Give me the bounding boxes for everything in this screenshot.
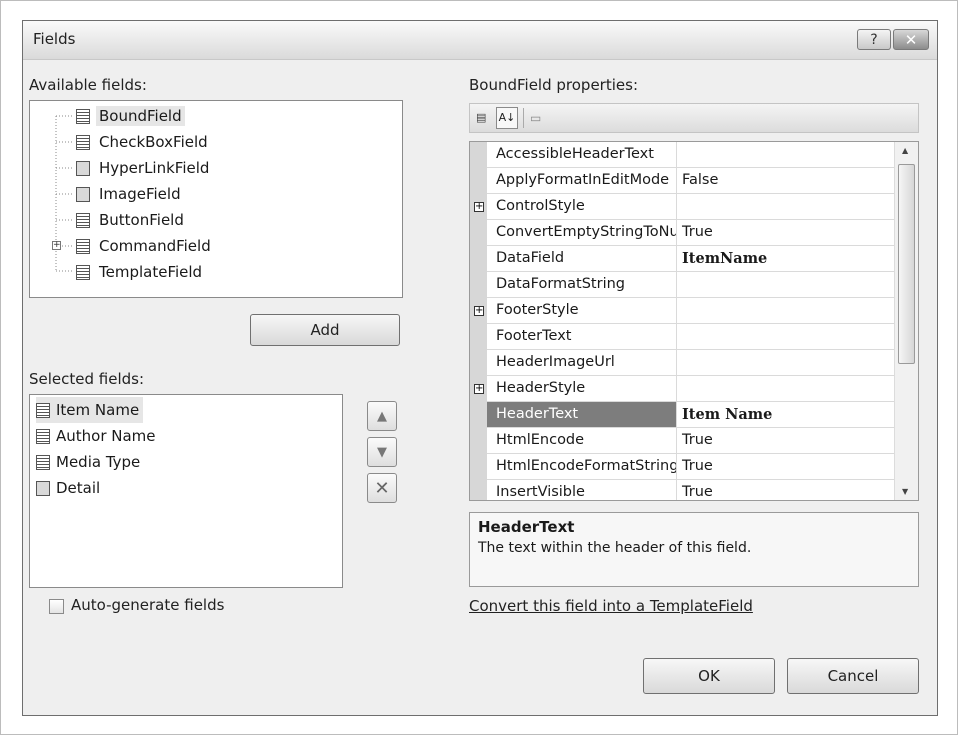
imagefield-icon (76, 186, 90, 202)
boundfield-icon (36, 454, 50, 470)
selected-fields-label: Selected fields: (29, 370, 145, 388)
categorized-icon[interactable]: ▤ (476, 110, 492, 126)
tree-item-imagefield[interactable]: ImageField (76, 181, 184, 207)
hyperlinkfield-icon (76, 160, 90, 176)
move-down-button[interactable]: ▼ (367, 437, 397, 467)
available-fields-tree[interactable]: + BoundField CheckBoxField HyperLinkFiel… (29, 100, 403, 298)
auto-generate-checkbox[interactable] (49, 599, 64, 614)
buttonfield-icon (76, 212, 90, 228)
move-up-button[interactable]: ▲ (367, 401, 397, 431)
property-description-panel: HeaderText The text within the header of… (469, 512, 919, 587)
delete-icon: ✕ (374, 477, 390, 499)
tree-item-templatefield[interactable]: TemplateField (76, 259, 205, 285)
property-row[interactable]: HtmlEncode True (487, 428, 895, 454)
cancel-button[interactable]: Cancel (787, 658, 919, 694)
checkboxfield-icon (76, 134, 90, 150)
selected-item-media-type[interactable]: Media Type (36, 449, 140, 475)
selected-item-detail[interactable]: Detail (36, 475, 100, 501)
add-button[interactable]: Add (250, 314, 400, 346)
property-grid-scrollbar[interactable]: ▲ ▼ (894, 142, 918, 500)
arrow-down-icon: ▼ (377, 444, 387, 460)
tree-item-commandfield[interactable]: CommandField (76, 233, 214, 259)
property-row[interactable]: HeaderImageUrl (487, 350, 895, 376)
close-icon: ✕ (904, 30, 918, 49)
selected-fields-list[interactable]: Item Name Author Name Media Type Detail (29, 394, 343, 588)
dialog-title: Fields (33, 30, 76, 48)
property-row[interactable]: DataField ItemName (487, 246, 895, 272)
property-row[interactable]: FooterText (487, 324, 895, 350)
tree-item-boundfield[interactable]: BoundField (76, 103, 185, 129)
auto-generate-label: Auto-generate fields (71, 596, 225, 614)
description-text: The text within the header of this field… (478, 540, 752, 556)
toolbar-divider (523, 108, 524, 128)
convert-to-templatefield-link[interactable]: Convert this field into a TemplateField (469, 597, 753, 615)
delete-field-button[interactable]: ✕ (367, 473, 397, 503)
tree-item-hyperlinkfield[interactable]: HyperLinkField (76, 155, 212, 181)
ok-button[interactable]: OK (643, 658, 775, 694)
hyperlinkfield-icon (36, 480, 50, 496)
tree-item-buttonfield[interactable]: ButtonField (76, 207, 187, 233)
help-button[interactable]: ? (857, 29, 891, 50)
expand-headerstyle-icon[interactable]: + (474, 384, 484, 394)
scroll-down-icon[interactable]: ▼ (902, 487, 908, 496)
scroll-up-icon[interactable]: ▲ (902, 146, 908, 155)
property-row[interactable]: DataFormatString (487, 272, 895, 298)
close-button[interactable]: ✕ (893, 29, 929, 50)
fields-dialog: Fields ? ✕ Available fields: + BoundFiel… (22, 20, 938, 716)
scrollbar-thumb[interactable] (898, 164, 915, 364)
boundfield-icon (76, 108, 90, 124)
property-grid-toolbar: ▤ A↓ ▭ (469, 103, 919, 133)
property-row-selected[interactable]: HeaderText Item Name (487, 402, 895, 428)
boundfield-icon (36, 428, 50, 444)
available-fields-label: Available fields: (29, 76, 147, 94)
property-row[interactable]: FooterStyle (487, 298, 895, 324)
boundfield-icon (36, 402, 50, 418)
arrow-up-icon: ▲ (377, 408, 387, 424)
property-row[interactable]: ApplyFormatInEditMode False (487, 168, 895, 194)
selected-item-author-name[interactable]: Author Name (36, 423, 156, 449)
alphabetical-sort-icon[interactable]: A↓ (496, 107, 518, 129)
property-row[interactable]: HeaderStyle (487, 376, 895, 402)
title-bar: Fields ? ✕ (23, 21, 937, 60)
help-icon: ? (870, 31, 878, 48)
property-row[interactable]: HtmlEncodeFormatString True (487, 454, 895, 480)
commandfield-icon (76, 238, 90, 254)
templatefield-icon (76, 264, 90, 280)
property-row[interactable]: ControlStyle (487, 194, 895, 220)
property-row[interactable]: AccessibleHeaderText (487, 142, 895, 168)
property-pages-icon[interactable]: ▭ (530, 110, 546, 126)
property-row[interactable]: ConvertEmptyStringToNull True (487, 220, 895, 246)
property-grid-gutter (470, 142, 487, 500)
tree-item-checkboxfield[interactable]: CheckBoxField (76, 129, 211, 155)
expand-footerstyle-icon[interactable]: + (474, 306, 484, 316)
description-title: HeaderText (478, 518, 575, 536)
selected-item-item-name[interactable]: Item Name (36, 397, 144, 423)
commandfield-expander-icon[interactable]: + (52, 241, 61, 250)
property-row[interactable]: InsertVisible True (487, 480, 895, 500)
properties-label: BoundField properties: (469, 76, 638, 94)
property-grid[interactable]: AccessibleHeaderText ApplyFormatInEditMo… (469, 141, 919, 501)
expand-controlstyle-icon[interactable]: + (474, 202, 484, 212)
